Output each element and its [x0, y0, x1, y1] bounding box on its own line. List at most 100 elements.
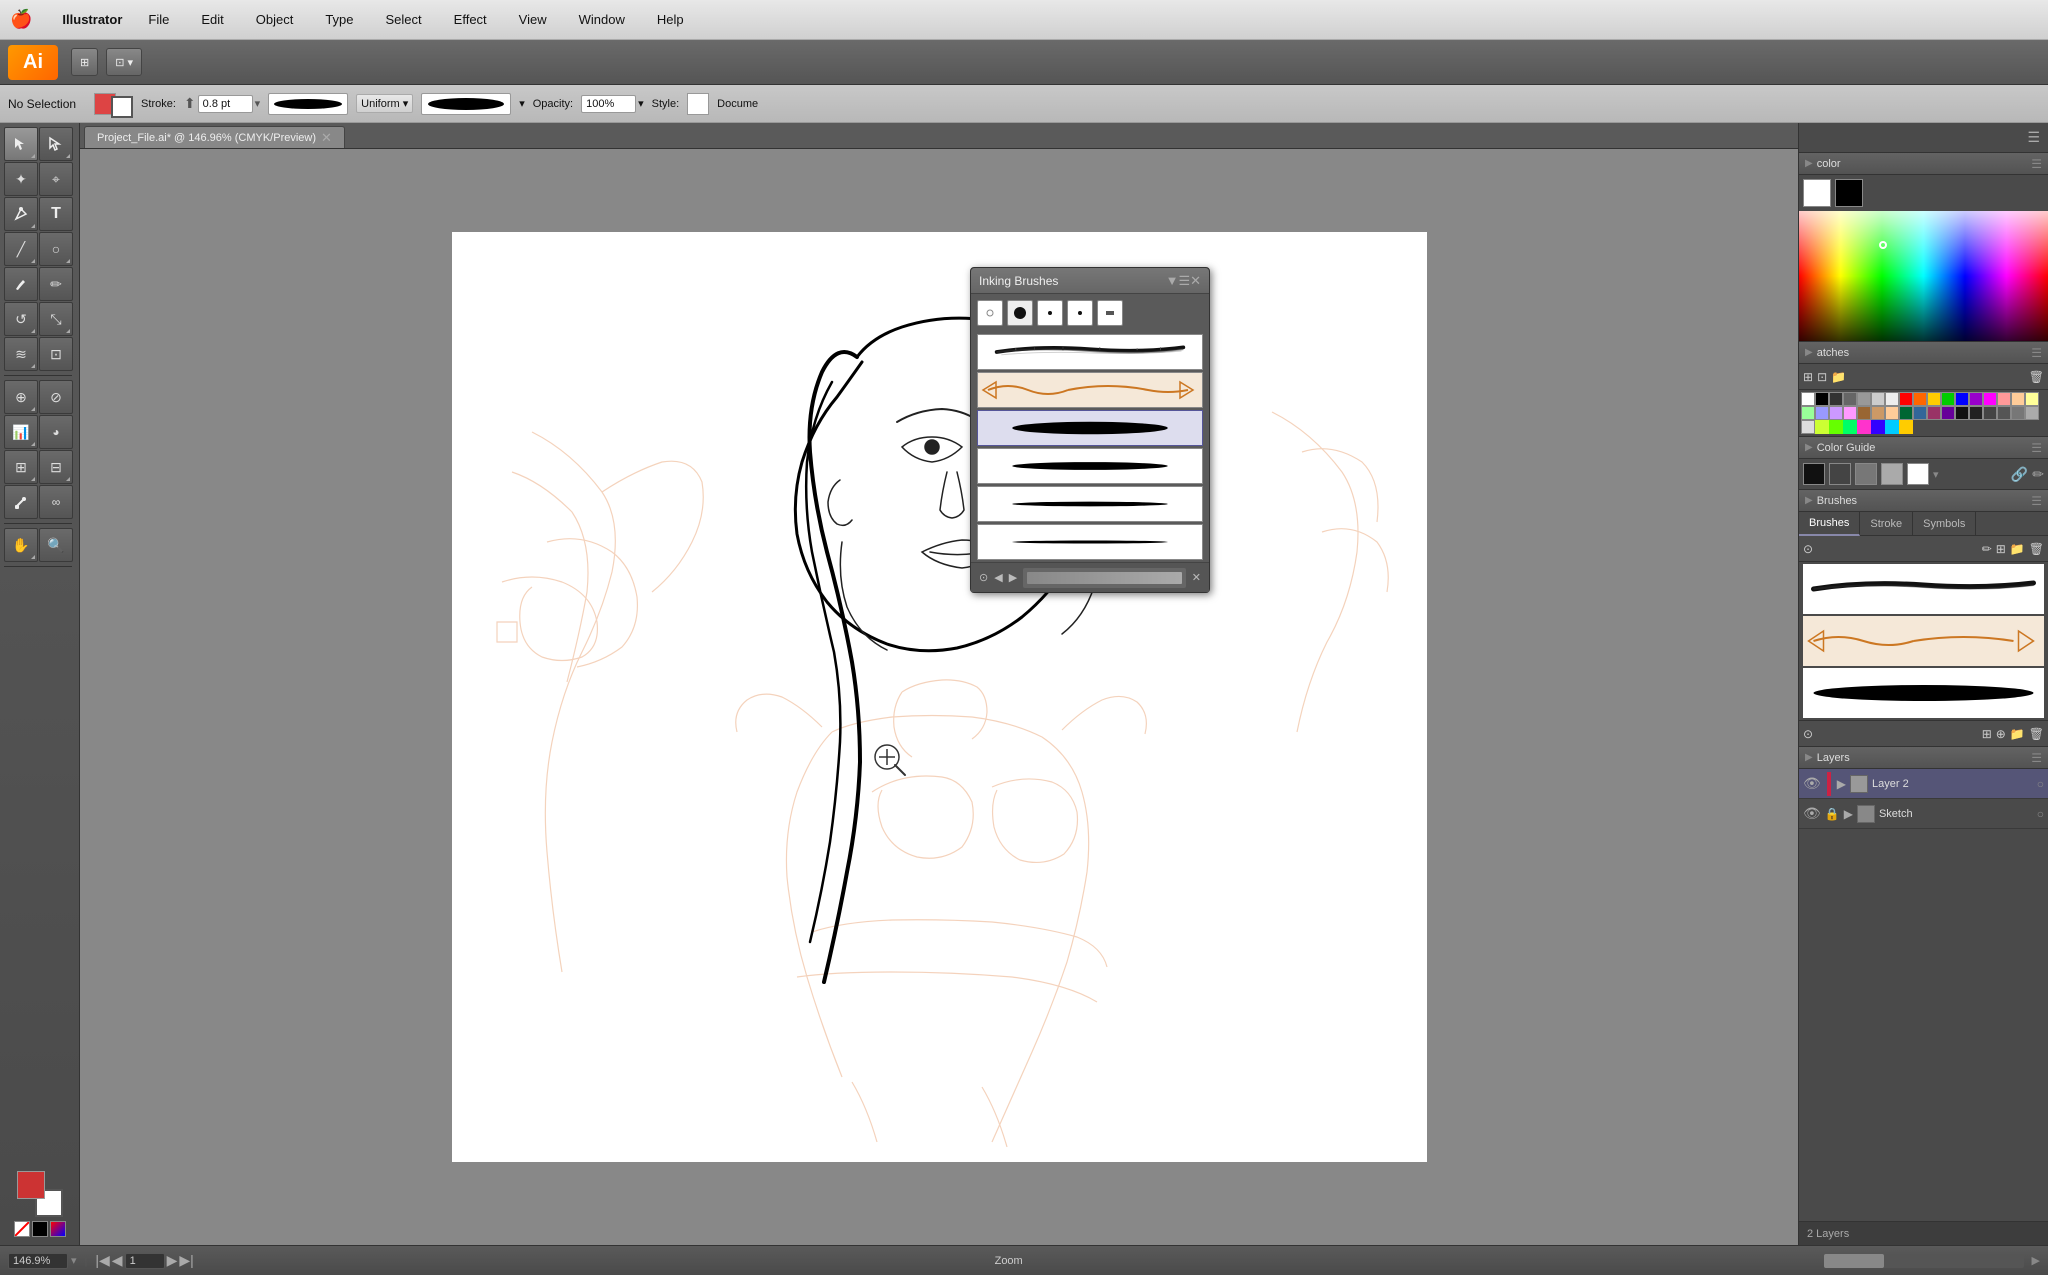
perspective-tool[interactable]: ⊘ — [39, 380, 73, 414]
swatch-cell[interactable] — [2011, 392, 2025, 406]
swatch-cell[interactable] — [1829, 392, 1843, 406]
color-panel-menu[interactable]: ☰ — [2031, 157, 2042, 171]
swatch-cell[interactable] — [1871, 392, 1885, 406]
menu-edit[interactable]: Edit — [195, 10, 229, 29]
layer-row-sketch[interactable]: 👁 🔒 ▶ Sketch ○ — [1799, 799, 2048, 829]
white-swatch[interactable] — [1803, 179, 1831, 207]
black-swatch-2[interactable] — [1835, 179, 1863, 207]
style-box[interactable] — [687, 93, 709, 115]
brush-entry-5[interactable] — [977, 486, 1203, 522]
artboard[interactable] — [452, 232, 1427, 1162]
view-btn[interactable]: ⊡ ▾ — [106, 48, 142, 76]
color-spectrum[interactable] — [1799, 211, 2048, 341]
selection-tool[interactable] — [4, 127, 38, 161]
warp-tool[interactable]: ≋ — [4, 337, 38, 371]
stroke-value-input[interactable] — [198, 95, 253, 113]
floating-panel-header[interactable]: Inking Brushes ▼ ☰ ✕ — [971, 268, 1209, 294]
none-swatch[interactable] — [14, 1221, 30, 1237]
brush-shape-preview[interactable] — [421, 93, 511, 115]
zoom-tool[interactable]: 🔍 — [39, 528, 73, 562]
swatch-cell[interactable] — [1913, 392, 1927, 406]
layer-view-icon[interactable]: ⊞ — [1982, 727, 1992, 741]
swatch-cell[interactable] — [1843, 406, 1857, 420]
swatch-cell[interactable] — [1843, 392, 1857, 406]
swatch-cell[interactable] — [1885, 392, 1899, 406]
layer-row-2[interactable]: 👁 ▶ Layer 2 ○ — [1799, 769, 2048, 799]
brush-dot-3[interactable] — [1037, 300, 1063, 326]
swatch-cell[interactable] — [1857, 392, 1871, 406]
swatch-cell[interactable] — [1941, 392, 1955, 406]
swatch-new-icon[interactable]: ⊡ — [1817, 370, 1827, 384]
brush-folder-icon[interactable]: 📁 — [2010, 542, 2025, 556]
sketch-visibility-icon[interactable]: 👁 — [1803, 805, 1821, 822]
menu-object[interactable]: Object — [250, 10, 300, 29]
guide-swatch-2[interactable] — [1829, 463, 1851, 485]
tab-close-btn[interactable]: ✕ — [321, 130, 332, 146]
zoom-input[interactable] — [8, 1253, 68, 1269]
guide-dropdown[interactable]: ▾ — [1933, 468, 1939, 481]
hand-tool[interactable]: ✋ — [4, 528, 38, 562]
layer-delete-icon[interactable]: 🗑 — [2029, 727, 2044, 741]
brush-delete-icon[interactable]: 🗑 — [2029, 542, 2044, 556]
document-tab[interactable]: Project_File.ai* @ 146.96% (CMYK/Preview… — [84, 126, 345, 148]
swatch-cell[interactable] — [1801, 392, 1815, 406]
swatch-cell[interactable] — [1899, 420, 1913, 434]
swatch-cell[interactable] — [1843, 420, 1857, 434]
stroke-up-arrow[interactable]: ⬆ — [184, 95, 196, 112]
prev-page-btn[interactable]: ◀ — [112, 1252, 123, 1269]
blend-tool[interactable]: ∞ — [39, 485, 73, 519]
swatch-cell[interactable] — [1815, 420, 1829, 434]
scrollbar-thumb[interactable] — [1824, 1254, 1884, 1268]
swatch-cell[interactable] — [2025, 406, 2039, 420]
swatch-cell[interactable] — [1983, 392, 1997, 406]
swatch-cell[interactable] — [1927, 392, 1941, 406]
stroke-down-arrow[interactable]: ▾ — [255, 97, 261, 110]
layer-target-circle[interactable]: ○ — [2037, 777, 2044, 791]
swatch-cell[interactable] — [1941, 406, 1955, 420]
swatch-cell[interactable] — [1969, 406, 1983, 420]
pen-tool[interactable] — [4, 197, 38, 231]
guide-swatch-4[interactable] — [1881, 463, 1903, 485]
artboard-tool[interactable]: ⊞ — [4, 450, 38, 484]
guide-swatch-3[interactable] — [1855, 463, 1877, 485]
app-menu-illustrator[interactable]: Illustrator — [62, 12, 122, 27]
menu-type[interactable]: Type — [319, 10, 359, 29]
menu-effect[interactable]: Effect — [448, 10, 493, 29]
brush-type-dropdown[interactable]: Uniform ▾ — [356, 94, 413, 113]
swatch-cell[interactable] — [1871, 406, 1885, 420]
swatch-cell[interactable] — [1829, 420, 1843, 434]
brush-entry-1[interactable] — [977, 334, 1203, 370]
panel-brush-3[interactable] — [1803, 668, 2044, 718]
gradient-swatch[interactable] — [50, 1221, 66, 1237]
eyedropper-tool[interactable] — [4, 485, 38, 519]
page-input[interactable] — [125, 1253, 165, 1269]
swatch-delete-icon[interactable]: 🗑 — [2029, 370, 2044, 384]
swatch-cell[interactable] — [2011, 406, 2025, 420]
guide-swatch-5[interactable] — [1907, 463, 1929, 485]
swatch-folder-icon[interactable]: 📁 — [1831, 370, 1846, 384]
paintbrush-tool[interactable] — [4, 267, 38, 301]
swatch-cell[interactable] — [1857, 406, 1871, 420]
line-tool[interactable]: ╱ — [4, 232, 38, 266]
sketch-expand-icon[interactable]: ▶ — [1844, 807, 1853, 821]
layer-expand-icon[interactable]: ▶ — [1837, 777, 1846, 791]
menu-help[interactable]: Help — [651, 10, 690, 29]
swatch-cell[interactable] — [2025, 392, 2039, 406]
layers-panel-menu[interactable]: ☰ — [2031, 751, 2042, 765]
layer-visibility-icon[interactable]: 👁 — [1803, 775, 1821, 792]
ellipse-tool[interactable]: ○ — [39, 232, 73, 266]
panel-collapse-btn[interactable]: ▼ — [1166, 273, 1179, 288]
stroke-color[interactable] — [111, 96, 133, 118]
swatch-cell[interactable] — [1913, 406, 1927, 420]
panel-brush-1[interactable] — [1803, 564, 2044, 614]
layer-folder-icon[interactable]: 📁 — [2010, 727, 2025, 741]
panel-menu-icon[interactable]: ☰ — [2027, 129, 2040, 146]
swatch-cell[interactable] — [1829, 406, 1843, 420]
brush-new-icon[interactable]: ⊞ — [1996, 542, 2006, 556]
last-page-btn[interactable]: ▶| — [179, 1252, 193, 1269]
swatch-cell[interactable] — [1885, 406, 1899, 420]
fill-swatch[interactable] — [17, 1171, 45, 1199]
swatch-view-icon[interactable]: ⊞ — [1803, 370, 1813, 384]
tab-brushes[interactable]: Brushes — [1799, 512, 1860, 536]
guide-link-icon[interactable]: 🔗 — [2011, 466, 2028, 483]
